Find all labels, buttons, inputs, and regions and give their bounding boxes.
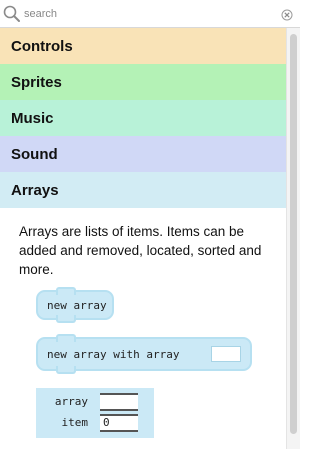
blocks-palette: Controls Sprites Music Sound Arrays Arra…	[0, 0, 300, 449]
search-bar	[0, 0, 300, 28]
block-notch-top	[56, 334, 76, 342]
block-notch-bottom	[56, 315, 76, 323]
category-arrays[interactable]: Arrays	[0, 172, 286, 208]
block-label: new array with array	[47, 347, 180, 361]
clear-search-icon[interactable]	[281, 8, 293, 21]
array-input-slot[interactable]	[211, 346, 241, 362]
category-music[interactable]: Music	[0, 100, 286, 136]
new-array-with-array-block[interactable]: new array with array	[36, 334, 252, 374]
variable-array-field[interactable]	[100, 393, 138, 411]
block-notch-bottom	[56, 366, 76, 374]
category-sound[interactable]: Sound	[0, 136, 286, 172]
search-input[interactable]	[20, 5, 283, 23]
block-notch-top	[56, 287, 76, 295]
category-list: Controls Sprites Music Sound Arrays	[0, 28, 286, 208]
arrays-description: Arrays are lists of items. Items can be …	[19, 224, 262, 277]
scrollbar-thumb[interactable]	[290, 34, 297, 434]
scrollbar[interactable]	[286, 28, 300, 449]
category-controls[interactable]: Controls	[0, 28, 286, 64]
variable-label-array: array	[54, 395, 88, 408]
variable-item-field[interactable]: 0	[100, 414, 138, 432]
category-sprites[interactable]: Sprites	[0, 64, 286, 100]
search-icon	[2, 4, 22, 24]
new-array-block[interactable]: new array	[36, 287, 114, 323]
variable-label-item: item	[61, 416, 89, 429]
block-label: new array	[47, 298, 107, 312]
variables-group: array item 0	[36, 388, 154, 438]
